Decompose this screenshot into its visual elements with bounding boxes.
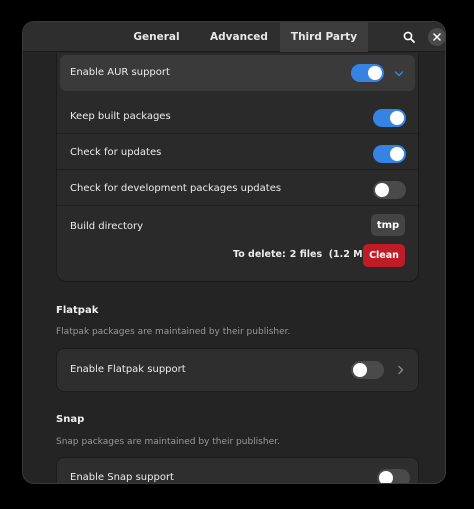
flatpak-section-description: Flatpak packages are maintained by their…: [56, 327, 291, 337]
keep-built-packages-switch[interactable]: [373, 109, 406, 127]
check-updates-switch[interactable]: [373, 145, 406, 163]
check-updates-label: Check for updates: [70, 147, 162, 158]
preferences-window: General Advanced Third Party Enable AUR …: [22, 21, 446, 484]
aur-enable-label: Enable AUR support: [70, 67, 170, 78]
clean-button[interactable]: Clean: [363, 244, 405, 267]
row-divider: [57, 133, 418, 134]
snap-section-description: Snap packages are maintained by their pu…: [56, 437, 280, 447]
to-delete-value: 2 files (1.2 MB): [289, 249, 375, 260]
tab-bar: General Advanced Third Party: [115, 22, 368, 52]
check-dev-updates-label: Check for development packages updates: [70, 183, 282, 194]
snap-enable-label: Enable Snap support: [70, 472, 174, 483]
close-button[interactable]: [426, 26, 445, 48]
chevron-right-icon[interactable]: [395, 364, 407, 376]
snap-enable-row[interactable]: Enable Snap support: [56, 457, 419, 483]
chevron-down-icon[interactable]: [393, 68, 405, 80]
keep-built-packages-label: Keep built packages: [70, 111, 171, 122]
aur-enable-switch[interactable]: [351, 64, 384, 82]
tab-third-party[interactable]: Third Party: [280, 22, 368, 52]
search-button[interactable]: [398, 26, 420, 48]
close-icon: [433, 33, 441, 41]
check-dev-updates-switch[interactable]: [373, 181, 406, 199]
header-bar: General Advanced Third Party: [23, 22, 445, 52]
snap-section-title: Snap: [56, 414, 85, 425]
build-directory-button[interactable]: tmp: [371, 214, 405, 236]
tab-general[interactable]: General: [115, 22, 198, 52]
aur-expander-row[interactable]: Enable AUR support: [60, 55, 415, 91]
row-divider: [57, 169, 418, 170]
to-delete-info: To delete: 2 files (1.2 MB): [233, 249, 374, 260]
snap-enable-switch[interactable]: [377, 469, 410, 483]
flatpak-enable-switch[interactable]: [351, 361, 384, 379]
flatpak-enable-label: Enable Flatpak support: [70, 364, 186, 375]
aur-expander-card: Enable AUR support Keep built packages C…: [56, 53, 419, 282]
tab-advanced[interactable]: Advanced: [198, 22, 280, 52]
row-divider: [57, 205, 418, 206]
flatpak-enable-row[interactable]: Enable Flatpak support: [56, 348, 419, 392]
to-delete-label: To delete:: [233, 249, 286, 260]
build-directory-label: Build directory: [70, 221, 144, 232]
search-icon: [403, 31, 415, 43]
preferences-content: Enable AUR support Keep built packages C…: [23, 53, 445, 483]
flatpak-section-title: Flatpak: [56, 305, 99, 316]
